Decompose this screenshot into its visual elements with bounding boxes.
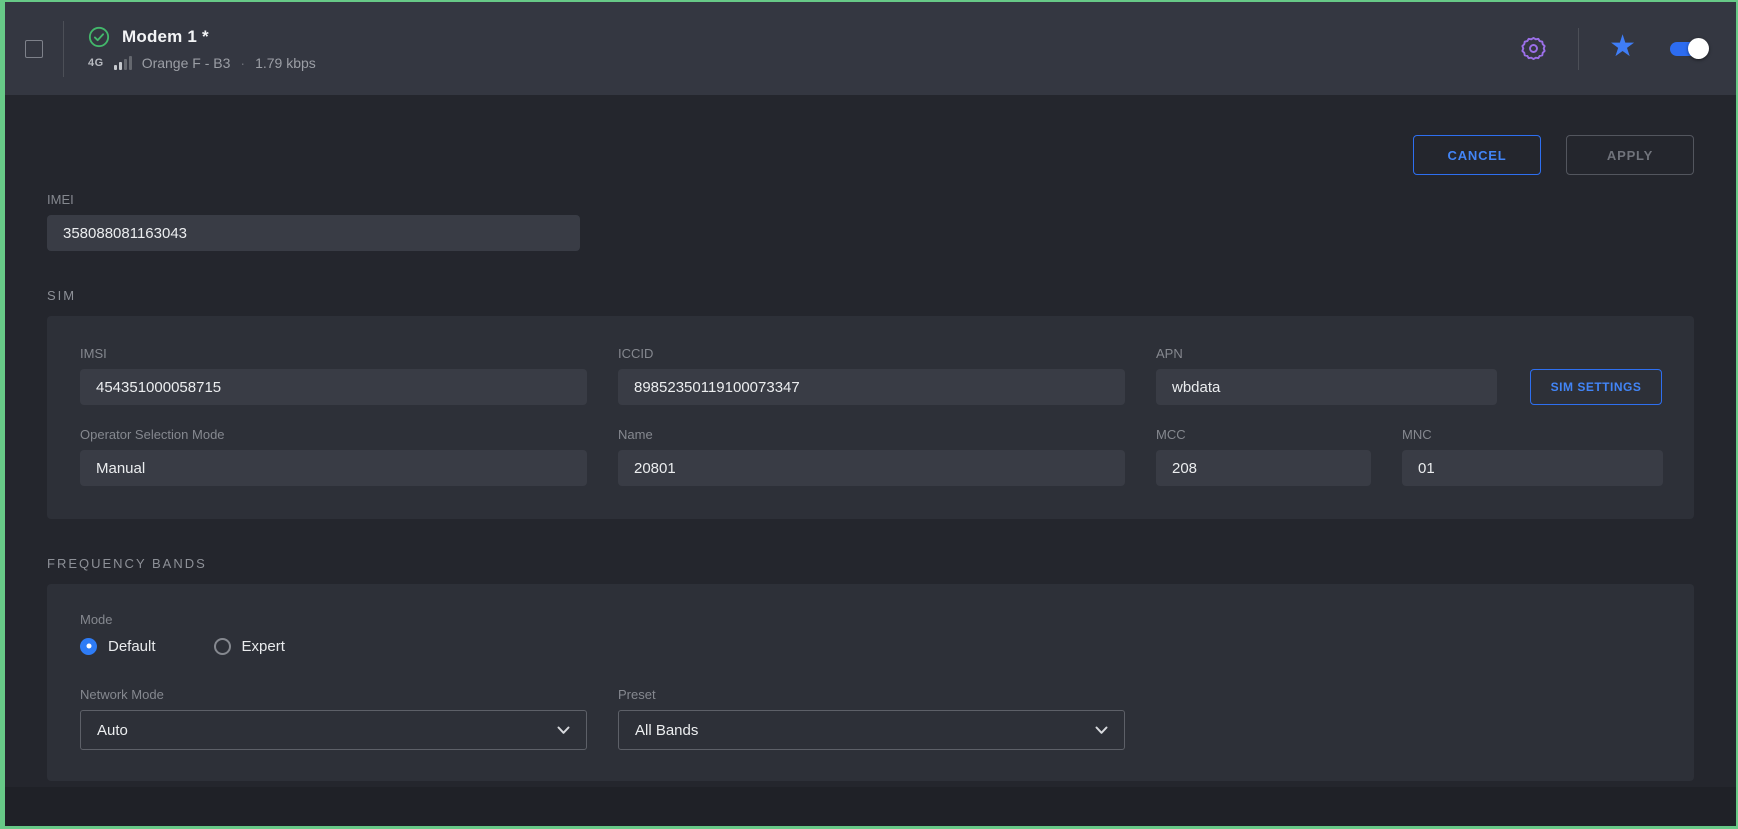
modem-status-block: Modem 1 * 4G Orange F - B3 · 1.79 kbps [88,26,316,71]
mode-label: Mode [80,612,1666,627]
preset-select[interactable]: All Bands [618,710,1125,750]
mcc-input[interactable] [1156,450,1371,486]
mode-radio-expert[interactable]: Expert [214,638,285,655]
iccid-label: ICCID [618,346,1125,361]
apn-field-group: APN [1156,346,1497,405]
imsi-input[interactable] [80,369,587,405]
mode-radio-default[interactable]: Default [80,638,156,655]
imsi-field-group: IMSI [80,346,587,405]
imei-input[interactable] [47,215,580,251]
name-field-group: Name [618,427,1125,486]
network-mode-field-group: Network Mode Auto [80,687,587,750]
preset-field-group: Preset All Bands [618,687,1125,750]
header-actions: ★ [1518,28,1706,70]
form-actions: CANCEL APPLY [47,135,1694,175]
toggle-knob [1688,38,1709,59]
modem-card: Modem 1 * 4G Orange F - B3 · 1.79 kbps [0,0,1738,829]
settings-gear-icon[interactable] [1518,34,1548,64]
sim-settings-button[interactable]: SIM SETTINGS [1530,369,1662,405]
header-bar: Modem 1 * 4G Orange F - B3 · 1.79 kbps [5,2,1736,95]
imei-label: IMEI [47,192,580,207]
radio-expert-dot [214,638,231,655]
cancel-button[interactable]: CANCEL [1413,135,1541,175]
operator-label: Orange F - B3 [142,55,231,71]
mnc-label: MNC [1402,427,1663,442]
radio-default-label: Default [108,638,156,655]
name-label: Name [618,427,1125,442]
preset-label: Preset [618,687,1125,702]
network-mode-select[interactable]: Auto [80,710,587,750]
operator-selection-mode-field-group: Operator Selection Mode [80,427,587,486]
sim-section-title: SIM [47,288,1694,303]
network-mode-label: Network Mode [80,687,587,702]
select-modem-checkbox[interactable] [25,40,43,58]
apn-input[interactable] [1156,369,1497,405]
iccid-field-group: ICCID [618,346,1125,405]
chevron-down-icon [1095,726,1108,735]
iccid-input[interactable] [618,369,1125,405]
frequency-bands-panel: Mode Default Expert Network Mode Auto [47,584,1694,781]
apply-button[interactable]: APPLY [1566,135,1694,175]
header-divider-2 [1578,28,1579,70]
sim-panel: IMSI ICCID APN SIM SETTINGS Operator Sel… [47,316,1694,519]
network-type-label: 4G [88,57,104,69]
name-input[interactable] [618,450,1125,486]
operator-selection-mode-input[interactable] [80,450,587,486]
mcc-field-group: MCC [1156,427,1371,486]
imsi-label: IMSI [80,346,587,361]
apn-label: APN [1156,346,1497,361]
bottom-spacer [5,787,1736,826]
modem-settings-form: CANCEL APPLY IMEI SIM IMSI ICCID APN [5,95,1736,787]
preset-value: All Bands [635,722,698,739]
signal-strength-icon [114,56,132,70]
imei-field-group: IMEI [47,192,580,251]
throughput-label: 1.79 kbps [255,55,316,71]
operator-selection-mode-label: Operator Selection Mode [80,427,587,442]
network-mode-value: Auto [97,722,128,739]
mcc-label: MCC [1156,427,1371,442]
mnc-field-group: MNC [1402,427,1663,486]
radio-expert-label: Expert [242,638,285,655]
radio-default-dot [80,638,97,655]
modem-title: Modem 1 * [122,27,209,47]
dot-separator: · [240,55,245,71]
mnc-input[interactable] [1402,450,1663,486]
favorite-star-icon[interactable]: ★ [1609,34,1636,64]
frequency-bands-section-title: FREQUENCY BANDS [47,556,1694,571]
modem-enabled-toggle[interactable] [1670,42,1706,56]
chevron-down-icon [557,726,570,735]
status-ok-icon [88,26,110,48]
mode-radio-group: Default Expert [80,635,1666,657]
header-divider [63,21,64,77]
